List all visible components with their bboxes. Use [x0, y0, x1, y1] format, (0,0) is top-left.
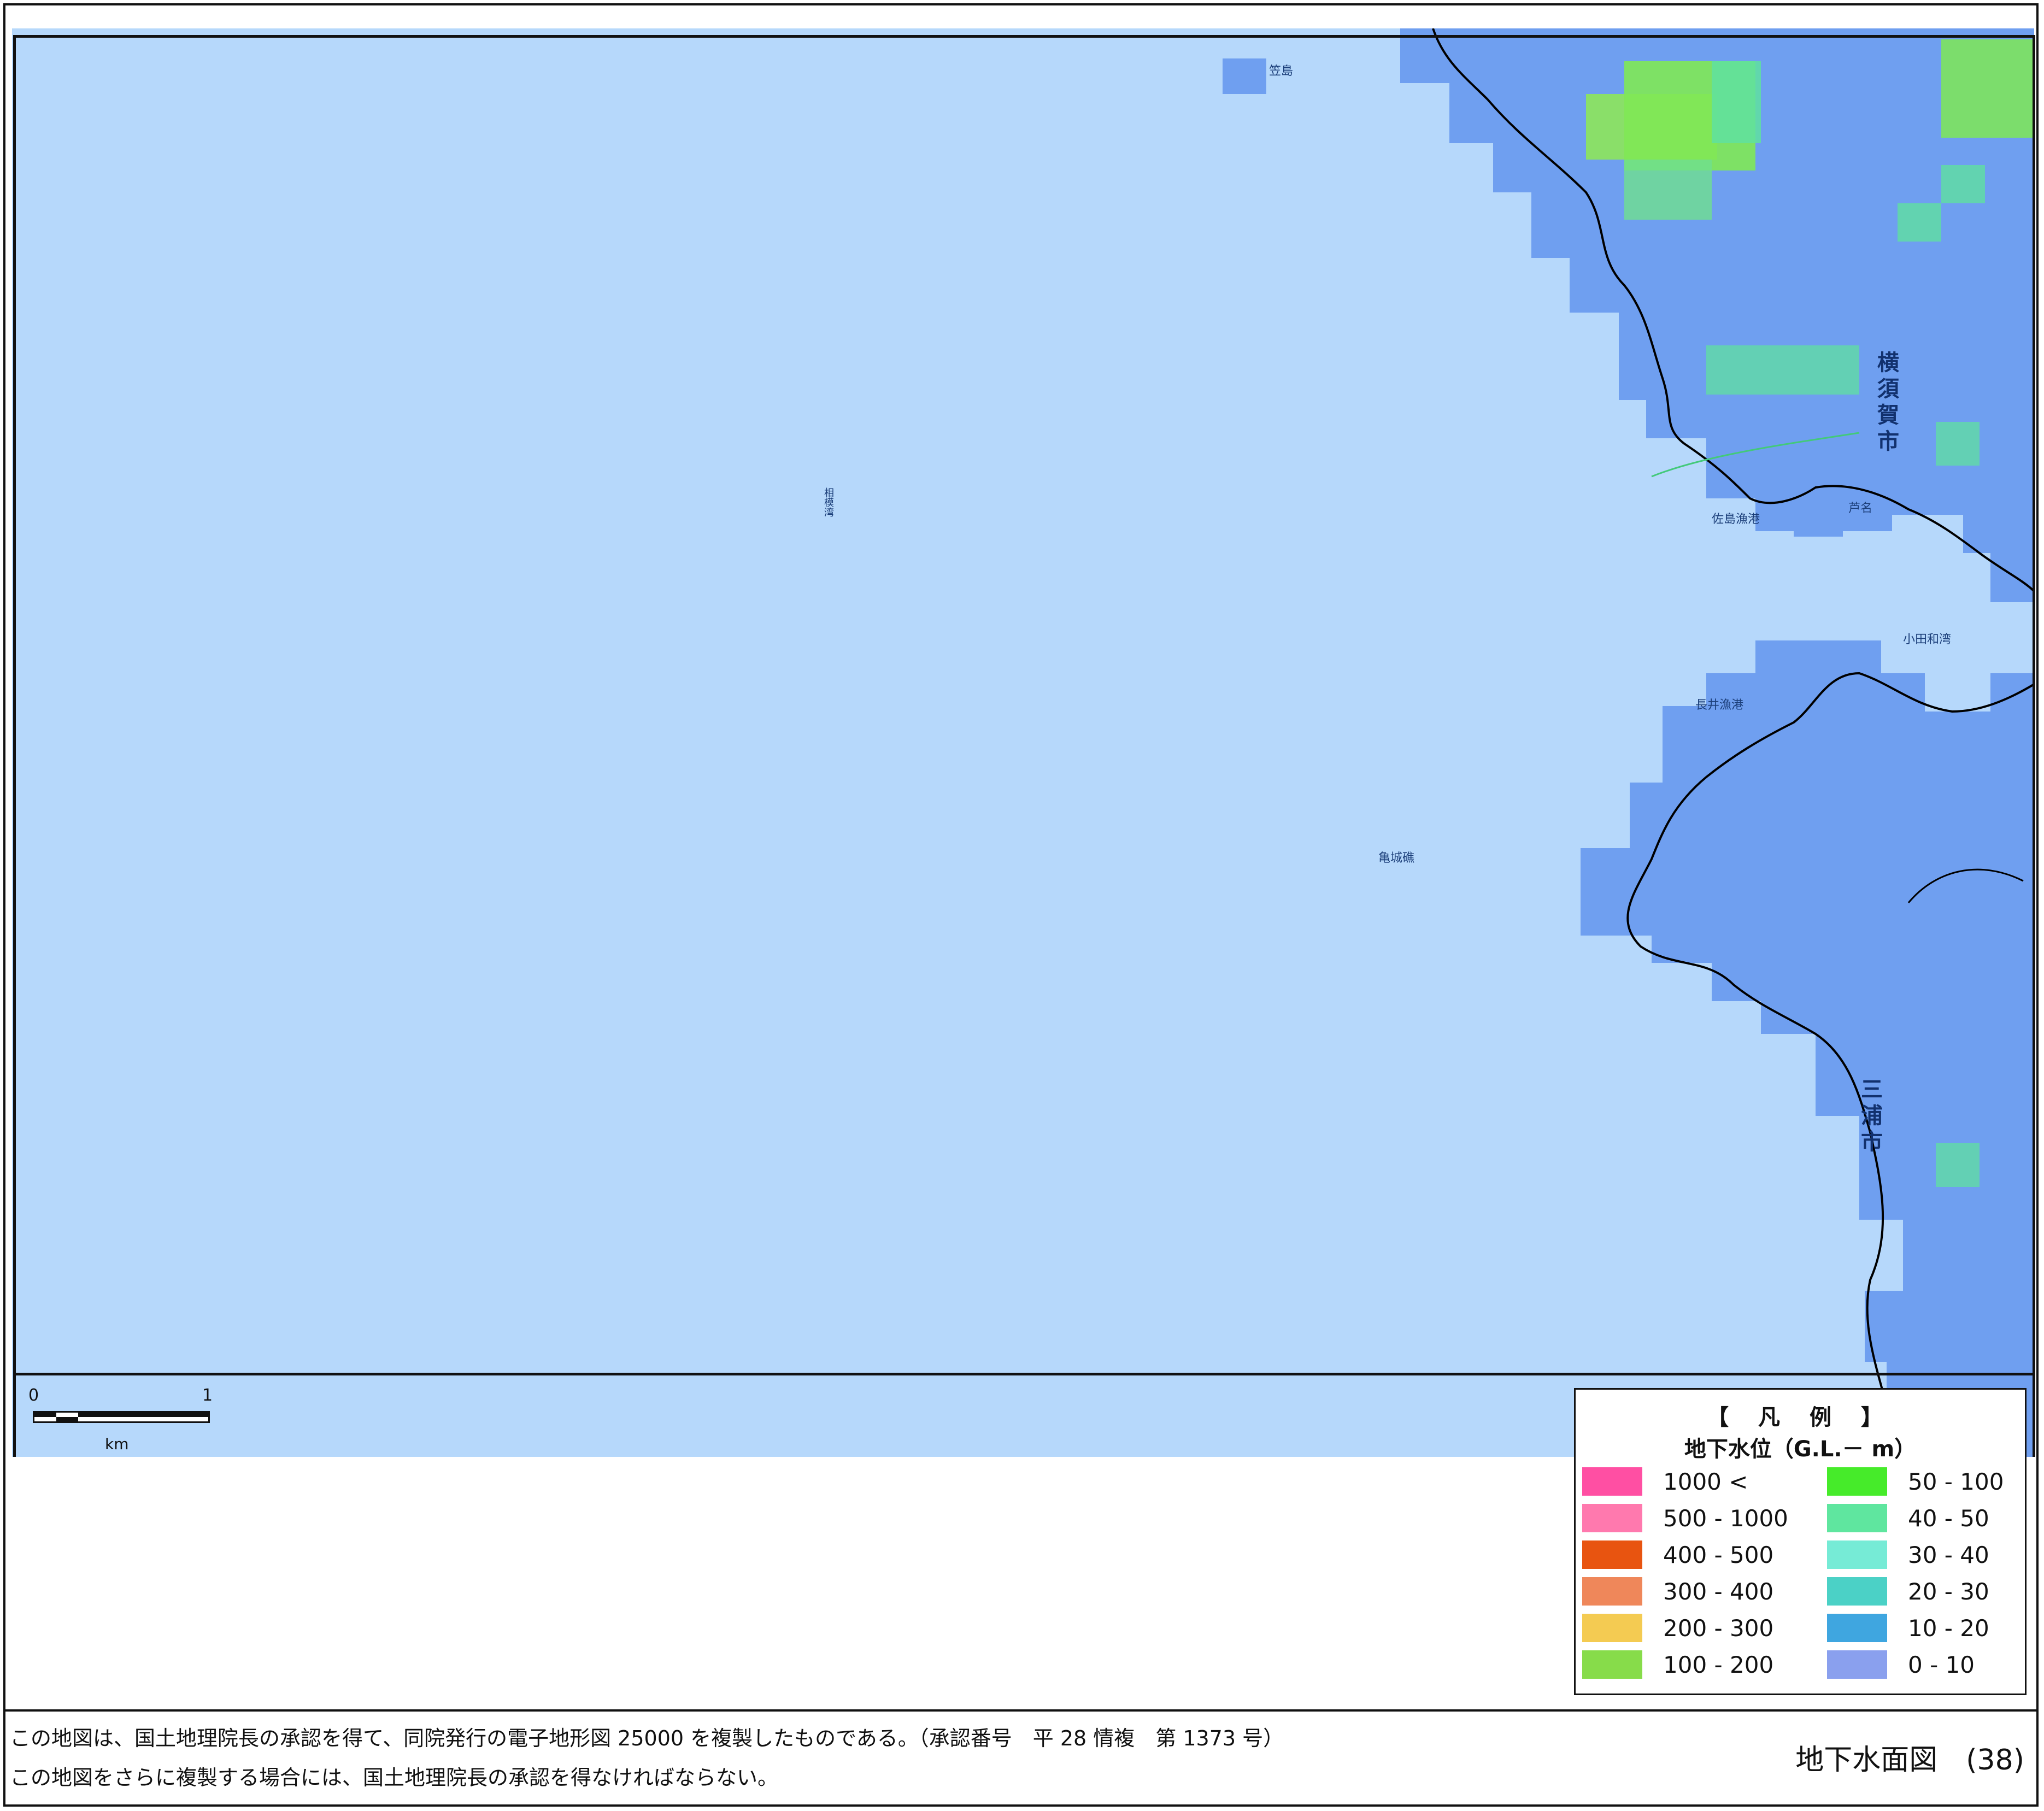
- legend-label: 1000 <: [1663, 1468, 1748, 1495]
- cell-40-50: [1941, 165, 1985, 203]
- label-sagami-bay: 相模湾: [823, 487, 834, 517]
- cell-40-50: [1898, 203, 1941, 242]
- legend-swatch: [1827, 1467, 1887, 1496]
- legend-label: 50 - 100: [1908, 1468, 2004, 1495]
- legend-label: 20 - 30: [1908, 1578, 1989, 1605]
- legend-item: 30 - 40: [1827, 1539, 1989, 1570]
- reproduction-note: この地図をさらに複製する場合には、国土地理院長の承認を得なければならない。: [10, 1766, 779, 1790]
- map-area[interactable]: 横須賀市 三浦市 相模湾 笠島 亀城礁 佐島漁港 長井漁港 小田和湾 芦名: [12, 28, 2034, 1457]
- scale-end-label: 1: [202, 1386, 213, 1405]
- legend-subtitle: 地下水位（G.L.－ m）: [1684, 1437, 1917, 1462]
- copyright-note: この地図は、国土地理院長の承認を得て、同院発行の電子地形図 25000 を複製し…: [10, 1726, 1284, 1750]
- legend-item: 50 - 100: [1827, 1466, 2004, 1497]
- legend-swatch: [1827, 1614, 1887, 1642]
- neatline-top: [13, 35, 2035, 38]
- legend-label: 300 - 400: [1663, 1578, 1774, 1605]
- legend-label: 400 - 500: [1663, 1541, 1774, 1568]
- label-miura: 三浦市: [1857, 1078, 1882, 1156]
- label-island-north: 笠島: [1269, 64, 1294, 78]
- map-canvas: [1223, 28, 2034, 1457]
- legend-item: 40 - 50: [1827, 1503, 1989, 1533]
- label-fishing-port-1: 佐島漁港: [1712, 513, 1760, 526]
- legend-label: 40 - 50: [1908, 1504, 1989, 1532]
- legend-swatch: [1827, 1540, 1887, 1569]
- neatline-right: [2033, 35, 2035, 1457]
- legend-swatch: [1582, 1540, 1642, 1569]
- legend-swatch: [1582, 1650, 1642, 1679]
- legend-item: 1000 <: [1582, 1466, 1748, 1497]
- label-island-west: 亀城礁: [1378, 851, 1415, 865]
- legend-item: 300 - 400: [1582, 1576, 1773, 1607]
- cell-40-50: [1624, 160, 1712, 220]
- legend-item: 200 - 300: [1582, 1613, 1773, 1643]
- scale-bar-graphic: [33, 1411, 210, 1423]
- legend-item: 0 - 10: [1827, 1649, 1975, 1680]
- sheet-title: 地下水面図 (38): [1795, 1744, 2024, 1777]
- cell-40-50: [1712, 61, 1761, 143]
- cell-40-50: [1706, 345, 1859, 395]
- label-temple: 芦名: [1848, 502, 1873, 515]
- label-kotawa-bay: 小田和湾: [1903, 633, 1952, 646]
- island-cell-north: [1223, 58, 1266, 94]
- scale-bar: 0 1 km: [28, 1386, 220, 1453]
- legend-label: 30 - 40: [1908, 1541, 1989, 1568]
- legend-swatch: [1582, 1504, 1642, 1532]
- legend: 【 凡 例 】 地下水位（G.L.－ m） 1000 < 500 - 1000 …: [1574, 1388, 2027, 1695]
- legend-label: 10 - 20: [1908, 1614, 1989, 1642]
- legend-label: 500 - 1000: [1663, 1504, 1788, 1532]
- legend-swatch: [1582, 1614, 1642, 1642]
- cell-40-50: [1936, 1143, 1980, 1187]
- scale-start-label: 0: [28, 1386, 39, 1405]
- label-fishing-port-2: 長井漁港: [1695, 698, 1744, 712]
- legend-label: 100 - 200: [1663, 1651, 1774, 1678]
- legend-swatch: [1582, 1467, 1642, 1496]
- legend-item: 500 - 1000: [1582, 1503, 1788, 1533]
- cell-50-100: [1941, 39, 2034, 138]
- legend-item: 400 - 500: [1582, 1539, 1773, 1570]
- legend-item: 100 - 200: [1582, 1649, 1773, 1680]
- legend-swatch: [1827, 1577, 1887, 1606]
- legend-swatch: [1827, 1504, 1887, 1532]
- neatline-bottom: [13, 1373, 2035, 1375]
- legend-item: 10 - 20: [1827, 1613, 1989, 1643]
- neatline-left: [13, 35, 16, 1457]
- scale-unit-label: km: [105, 1435, 129, 1453]
- label-yokosuka: 横須賀市: [1873, 351, 1899, 456]
- cell-40-50: [1936, 422, 1980, 466]
- legend-swatch: [1827, 1650, 1887, 1679]
- legend-label: 200 - 300: [1663, 1614, 1774, 1642]
- land-south: [1581, 640, 2034, 1457]
- legend-title: 【 凡 例 】: [1707, 1405, 1894, 1430]
- legend-item: 20 - 30: [1827, 1576, 1989, 1607]
- island-cell-east: [1794, 504, 1843, 537]
- legend-label: 0 - 10: [1908, 1651, 1975, 1678]
- footer-rule: [3, 1709, 2039, 1712]
- legend-swatch: [1582, 1577, 1642, 1606]
